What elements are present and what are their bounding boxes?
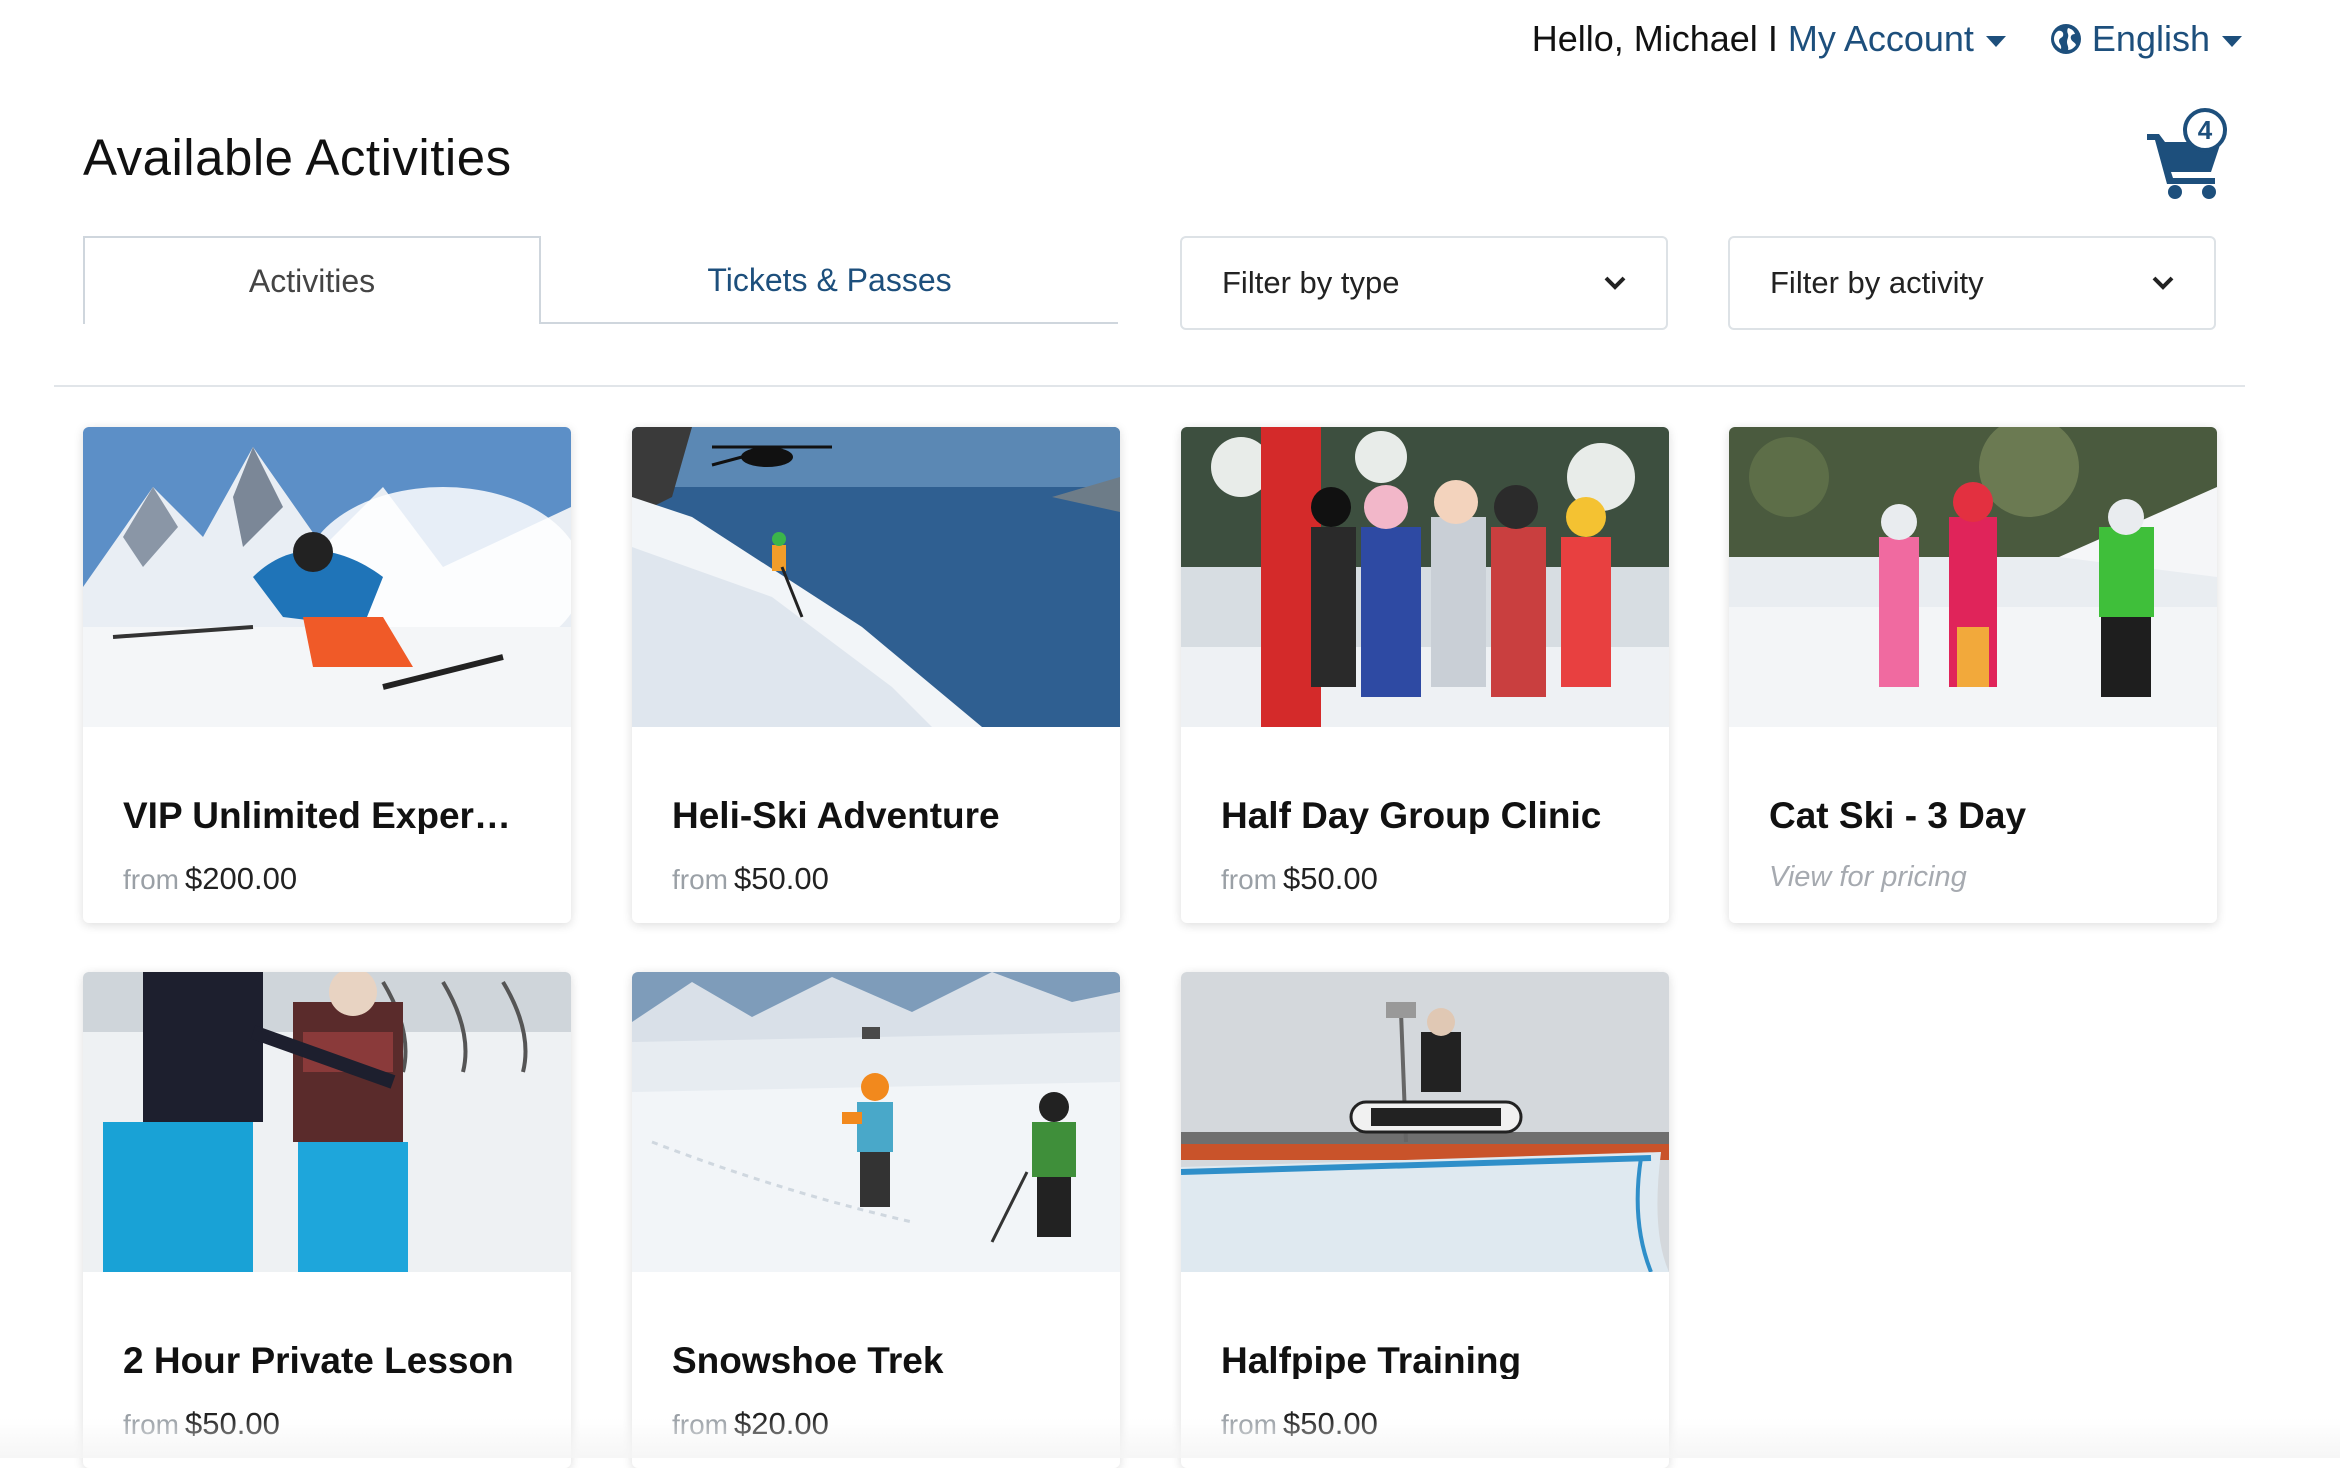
activity-tabs: Activities Tickets & Passes xyxy=(83,236,1118,324)
activity-title: Halfpipe Training xyxy=(1221,1342,1522,1379)
activity-image xyxy=(1181,427,1669,727)
activity-title: Snowshoe Trek xyxy=(672,1342,944,1379)
activity-card-heli-ski[interactable]: Heli-Ski Adventure from $50.00 xyxy=(632,427,1120,923)
view-for-pricing-note: View for pricing xyxy=(1769,861,1967,893)
activity-card-group-clinic[interactable]: Half Day Group Clinic from $50.00 xyxy=(1181,427,1669,923)
filter-by-activity-select[interactable]: Filter by activity xyxy=(1728,236,2216,330)
top-user-bar: Hello, Michael I My Account English xyxy=(1532,18,2242,60)
activity-card-cat-ski[interactable]: Cat Ski - 3 Day View for pricing xyxy=(1729,427,2217,923)
page-title: Available Activities xyxy=(83,129,512,186)
language-selector[interactable]: English xyxy=(2050,18,2242,60)
activity-title: Half Day Group Clinic xyxy=(1221,797,1602,834)
activity-title: Heli-Ski Adventure xyxy=(672,797,1000,834)
separator: I xyxy=(1767,18,1778,59)
my-account-label: My Account xyxy=(1787,18,1974,59)
activity-image xyxy=(1181,972,1669,1272)
activity-image xyxy=(83,972,571,1272)
activity-card-halfpipe-training[interactable]: Halfpipe Training from$50.00 xyxy=(1181,972,1669,1468)
activity-card-snowshoe-trek[interactable]: Snowshoe Trek from$20.00 xyxy=(632,972,1120,1468)
filter-type-label: Filter by type xyxy=(1222,265,1400,300)
caret-down-icon xyxy=(1985,35,2006,47)
activity-title: VIP Unlimited Exper… xyxy=(123,797,511,834)
activity-image xyxy=(1729,427,2217,727)
chevron-down-icon xyxy=(1604,276,1626,290)
activity-card-private-lesson[interactable]: 2 Hour Private Lesson from$50.00 xyxy=(83,972,571,1468)
activity-price: from$50.00 xyxy=(1221,861,1378,896)
filter-by-type-select[interactable]: Filter by type xyxy=(1180,236,1668,330)
greeting-text: Hello, Michael xyxy=(1531,18,1758,59)
activity-image xyxy=(632,972,1120,1272)
filter-activity-label: Filter by activity xyxy=(1770,265,1984,300)
activity-price: from $200.00 xyxy=(123,861,298,896)
activity-card-vip-unlimited[interactable]: VIP Unlimited Exper… from $200.00 xyxy=(83,427,571,923)
language-label: English xyxy=(2091,18,2210,59)
activity-image xyxy=(83,427,571,727)
tab-activities[interactable]: Activities xyxy=(83,236,541,324)
caret-down-icon xyxy=(2222,35,2242,47)
my-account-menu[interactable]: My Account xyxy=(1788,18,2006,60)
activity-image xyxy=(632,427,1120,727)
tab-tickets-passes[interactable]: Tickets & Passes xyxy=(541,236,1118,324)
section-divider xyxy=(54,385,2245,387)
bottom-fade xyxy=(0,1418,2340,1458)
activity-title: Cat Ski - 3 Day xyxy=(1769,797,2027,834)
cart-count-badge: 4 xyxy=(2183,108,2227,152)
activity-price: from$50.00 xyxy=(672,861,829,896)
chevron-down-icon xyxy=(2152,276,2174,290)
globe-icon xyxy=(2050,24,2081,54)
activity-title: 2 Hour Private Lesson xyxy=(123,1342,514,1379)
cart-button[interactable]: 4 xyxy=(2145,108,2227,200)
